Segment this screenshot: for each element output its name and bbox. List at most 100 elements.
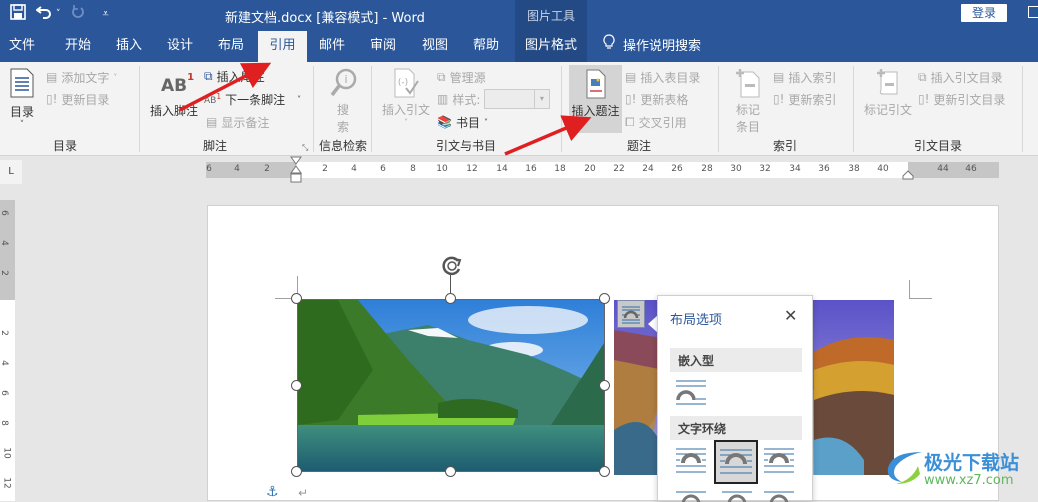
undo-icon[interactable] bbox=[35, 4, 52, 24]
wrap-behind-text-option[interactable] bbox=[720, 490, 754, 502]
chevron-down-icon[interactable]: ˅ bbox=[297, 95, 301, 104]
wrap-through-option[interactable] bbox=[762, 444, 796, 478]
ruler-tick-label: 38 bbox=[848, 164, 860, 174]
insert-footnote-button[interactable]: AB 1 插入脚注 bbox=[146, 72, 202, 119]
insert-toa-icon: ⧉ bbox=[918, 69, 927, 84]
tab-references[interactable]: 引用 bbox=[258, 31, 307, 62]
update-toa-button[interactable]: ▯! 更新引文目录 bbox=[918, 89, 1005, 109]
insert-caption-button[interactable]: 插入题注 bbox=[569, 65, 622, 133]
ruler-tick-label: 2 bbox=[0, 330, 9, 336]
group-label-toa: 引文目录 bbox=[913, 139, 962, 153]
rotation-stem bbox=[450, 275, 451, 294]
next-footnote-icon: AB1 bbox=[204, 92, 222, 106]
resize-handle-top-left[interactable] bbox=[291, 293, 302, 304]
tell-me-search[interactable]: 操作说明搜索 bbox=[603, 31, 701, 62]
svg-text:(-): (-) bbox=[398, 78, 408, 88]
close-icon[interactable]: ✕ bbox=[784, 306, 797, 325]
resize-handle-bottom-left[interactable] bbox=[291, 466, 302, 477]
lightbulb-icon bbox=[603, 32, 615, 62]
redo-icon[interactable] bbox=[71, 4, 85, 24]
resize-handle-bottom-right[interactable] bbox=[599, 466, 610, 477]
tab-insert[interactable]: 插入 bbox=[107, 31, 151, 62]
undo-dropdown-icon[interactable]: ˅ bbox=[56, 9, 61, 19]
tab-mailings[interactable]: 邮件 bbox=[310, 31, 354, 62]
tab-review[interactable]: 审阅 bbox=[361, 31, 405, 62]
resize-handle-bottom[interactable] bbox=[445, 466, 456, 477]
customize-qat-icon[interactable]: ⩡ bbox=[103, 7, 109, 21]
mark-entry-button[interactable]: 标记 条目 bbox=[728, 68, 768, 135]
tab-home[interactable]: 开始 bbox=[56, 31, 100, 62]
ruler-tick-label: 32 bbox=[759, 164, 771, 174]
login-button[interactable]: 登录 bbox=[961, 4, 1007, 22]
crop-mark bbox=[909, 298, 932, 299]
anchor-icon[interactable]: ⚓ bbox=[266, 484, 279, 500]
tab-file[interactable]: 文件 bbox=[0, 31, 44, 62]
crop-mark bbox=[909, 280, 910, 299]
ruler-tick-label: 2 bbox=[264, 164, 270, 174]
ruler-tick-label: 40 bbox=[877, 164, 889, 174]
toc-button[interactable]: 目录 ˅ bbox=[6, 68, 38, 130]
save-icon[interactable] bbox=[10, 4, 26, 24]
insert-citation-button[interactable]: (-) 插入引文 ˅ bbox=[380, 68, 432, 127]
ruler-tick-label: 10 bbox=[436, 164, 448, 174]
tab-design[interactable]: 设计 bbox=[158, 31, 202, 62]
ribbon-tabs: 文件 开始 插入 设计 布局 引用 邮件 审阅 视图 帮助 图片格式 操作说明搜… bbox=[0, 31, 1038, 62]
tab-selector[interactable]: L bbox=[0, 160, 22, 184]
horizontal-ruler[interactable]: 6 4 2 2 4 6 8 10 12 14 16 18 20 22 24 26 28 30 32 34 36 38 40 4… bbox=[206, 156, 999, 183]
group-separator bbox=[139, 66, 140, 152]
tab-layout[interactable]: 布局 bbox=[209, 31, 253, 62]
resize-handle-top[interactable] bbox=[445, 293, 456, 304]
dialog-launcher-icon[interactable]: ⤡ bbox=[302, 143, 308, 153]
cross-reference-button[interactable]: ⧠ 交叉引用 bbox=[625, 112, 687, 132]
group-separator bbox=[371, 66, 372, 152]
wrap-in-front-option[interactable] bbox=[762, 490, 796, 502]
tab-picture-format[interactable]: 图片格式 bbox=[515, 31, 587, 62]
update-table-button[interactable]: ▯! 更新表格 bbox=[625, 89, 688, 109]
ruler-tick-label: 34 bbox=[789, 164, 801, 174]
show-notes-button[interactable]: ▤ 显示备注 bbox=[206, 112, 269, 132]
manage-sources-icon: ⧉ bbox=[437, 69, 446, 84]
ruler-tick-label: 26 bbox=[671, 164, 683, 174]
insert-index-button[interactable]: ▤ 插入索引 bbox=[773, 67, 836, 87]
insert-toa-button[interactable]: ⧉ 插入引文目录 bbox=[918, 67, 1003, 87]
group-label-research: 信息检索 bbox=[318, 139, 367, 153]
resize-handle-right[interactable] bbox=[599, 380, 610, 391]
right-indent-marker[interactable] bbox=[902, 170, 914, 180]
update-index-button[interactable]: ▯! 更新索引 bbox=[773, 89, 836, 109]
first-line-indent-marker[interactable] bbox=[290, 156, 302, 184]
mark-citation-button[interactable]: 标记引文 bbox=[862, 68, 914, 118]
picture-tools-context-label: 图片工具 bbox=[515, 0, 587, 31]
ruler-tick-label: 2 bbox=[322, 164, 328, 174]
ruler-tick-label: 10 bbox=[1, 447, 12, 459]
footnote-icon: AB 1 bbox=[160, 72, 195, 96]
update-toc-button[interactable]: ▯! 更新目录 bbox=[46, 89, 109, 109]
group-label-toc: 目录 bbox=[52, 139, 77, 153]
resize-handle-top-right[interactable] bbox=[599, 293, 610, 304]
next-footnote-button[interactable]: AB1 下一条脚注 ˅ bbox=[204, 89, 301, 109]
mark-entry-icon bbox=[736, 69, 760, 98]
tab-view[interactable]: 视图 bbox=[413, 31, 457, 62]
ruler-tick-label: 12 bbox=[1, 477, 12, 489]
ribbon-display-options-icon[interactable] bbox=[1028, 6, 1038, 18]
wrap-square-option[interactable] bbox=[674, 444, 708, 478]
ruler-tick-label: 4 bbox=[0, 360, 9, 366]
resize-handle-left[interactable] bbox=[291, 380, 302, 391]
wrap-tight-option-selected[interactable] bbox=[714, 440, 758, 484]
bibliography-button[interactable]: 📚 书目 ˅ bbox=[437, 112, 488, 132]
wrap-inline-option[interactable] bbox=[674, 378, 708, 412]
search-button[interactable]: i 搜 索 bbox=[327, 68, 359, 135]
layout-options-button[interactable] bbox=[617, 300, 645, 328]
group-separator bbox=[1022, 66, 1023, 152]
ruler-tick-label: 6 bbox=[0, 390, 9, 396]
manage-sources-button[interactable]: ⧉ 管理源 bbox=[437, 67, 486, 87]
add-text-button[interactable]: ▤ 添加文字 ˅ bbox=[46, 67, 117, 87]
tab-help[interactable]: 帮助 bbox=[464, 31, 508, 62]
vertical-ruler[interactable]: 6 4 2 2 4 6 8 10 12 bbox=[0, 200, 15, 501]
style-dropdown[interactable]: ▾ bbox=[484, 89, 551, 109]
selected-picture-fjord[interactable] bbox=[297, 299, 605, 472]
rotate-handle-icon[interactable] bbox=[441, 255, 463, 277]
wrap-top-bottom-option[interactable] bbox=[674, 490, 708, 502]
insert-table-of-figures-button[interactable]: ▤ 插入表目录 bbox=[625, 67, 700, 87]
group-label-footnotes: 脚注 bbox=[202, 139, 227, 153]
insert-endnote-button[interactable]: ⧉ 插入尾注 bbox=[204, 66, 265, 86]
